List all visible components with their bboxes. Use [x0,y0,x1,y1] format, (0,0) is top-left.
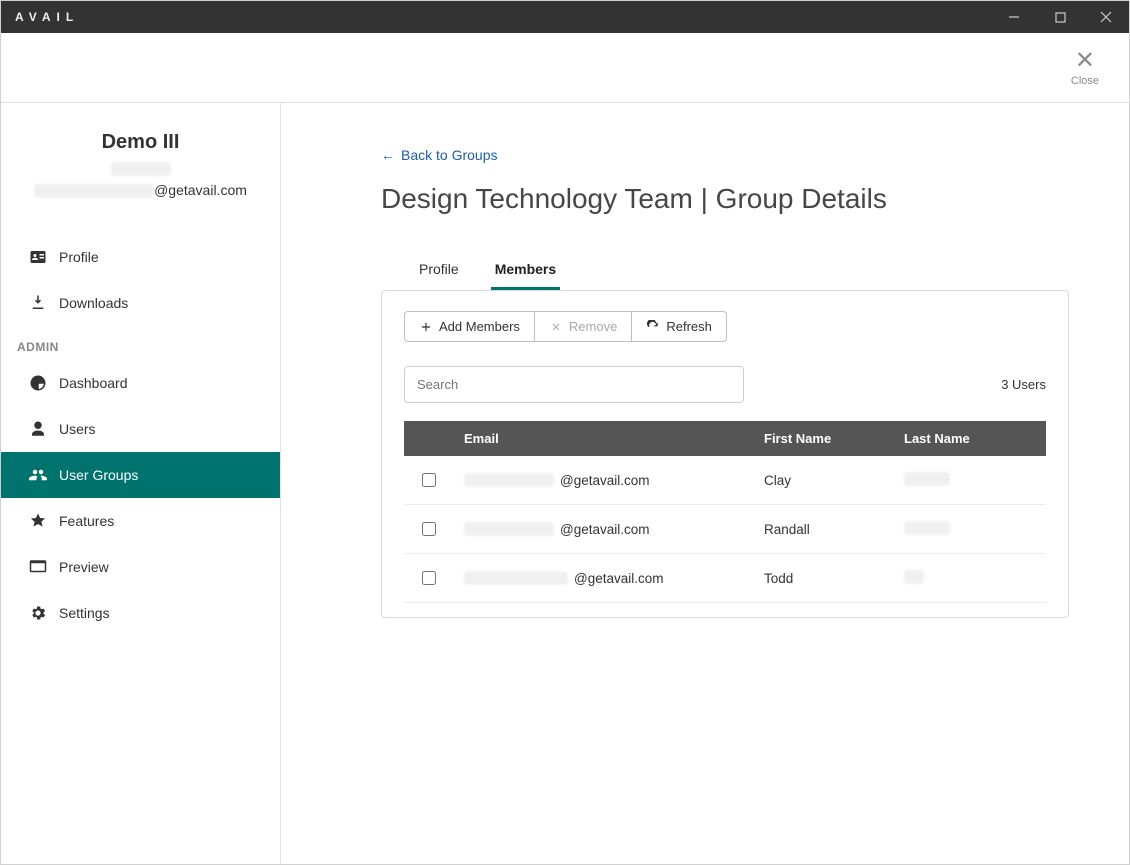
redacted-text [464,522,554,536]
close-panel-button[interactable]: ✕ Close [1071,49,1099,87]
user-icon [29,420,47,438]
refresh-button[interactable]: Refresh [632,311,727,342]
tab-members[interactable]: Members [491,253,560,290]
redacted-text [464,473,554,487]
redacted-text [904,570,924,584]
user-group-icon [29,466,47,484]
window-titlebar: AVAIL [1,1,1129,33]
sidebar-item-users[interactable]: Users [1,406,280,452]
sidebar-item-user-groups[interactable]: User Groups [1,452,280,498]
sidebar-item-features[interactable]: Features [1,498,280,544]
sidebar-item-label: Dashboard [59,375,128,391]
sidebar-item-label: User Groups [59,467,138,483]
button-label: Refresh [666,319,712,334]
close-label: Close [1071,75,1099,87]
refresh-icon [646,320,660,334]
gear-icon [29,604,47,622]
col-checkbox [404,421,452,456]
table-row[interactable]: @getavail.com Todd [404,554,1046,603]
preview-icon [29,558,47,576]
sidebar-user-email: @getavail.com [21,182,260,198]
cell-first-name: Randall [764,522,810,537]
dashboard-icon [29,374,47,392]
sidebar-item-label: Profile [59,249,99,265]
sidebar-item-label: Downloads [59,295,128,311]
arrow-left-icon: ← [381,147,395,163]
page-title: Design Technology Team | Group Details [381,183,1069,215]
table-row[interactable]: @getavail.com Randall [404,505,1046,554]
button-label: Remove [569,319,617,334]
sidebar-item-label: Settings [59,605,110,621]
add-members-button[interactable]: Add Members [404,311,535,342]
window-maximize-button[interactable] [1037,1,1083,33]
app-title: AVAIL [15,10,79,24]
sidebar-item-preview[interactable]: Preview [1,544,280,590]
download-icon [29,294,47,312]
plus-icon [419,320,433,334]
top-strip: ✕ Close [1,33,1129,103]
members-panel: Add Members Remove Refresh 3 Users [381,290,1069,618]
redacted-text [904,472,950,486]
members-table: Email First Name Last Name @getavail.com… [404,421,1046,603]
cell-first-name: Todd [764,571,793,586]
row-checkbox[interactable] [422,522,436,536]
tabs: Profile Members [381,253,1069,291]
redacted-text [34,184,154,198]
sidebar-user-name: Demo III [21,131,260,154]
col-last-name: Last Name [892,421,1046,456]
sidebar-item-label: Features [59,513,114,529]
sidebar-item-settings[interactable]: Settings [1,590,280,636]
close-icon: ✕ [1075,49,1095,73]
back-to-groups-link[interactable]: ← Back to Groups [381,147,498,163]
row-checkbox[interactable] [422,571,436,585]
star-icon [29,512,47,530]
sidebar: Demo III @getavail.com Profile Downloads… [1,103,281,864]
x-icon [549,320,563,334]
sidebar-item-dashboard[interactable]: Dashboard [1,360,280,406]
button-label: Add Members [439,319,520,334]
tab-profile[interactable]: Profile [415,253,463,290]
table-row[interactable]: @getavail.com Clay [404,456,1046,505]
window-close-button[interactable] [1083,1,1129,33]
row-checkbox[interactable] [422,473,436,487]
col-email: Email [452,421,752,456]
sidebar-admin-heading: ADMIN [1,326,280,360]
sidebar-item-profile[interactable]: Profile [1,234,280,280]
sidebar-user-redacted [111,162,171,176]
search-input[interactable] [404,366,744,403]
window-minimize-button[interactable] [991,1,1037,33]
redacted-text [464,571,568,585]
cell-first-name: Clay [764,473,791,488]
user-count: 3 Users [1001,377,1046,392]
redacted-text [904,521,950,535]
back-link-label: Back to Groups [401,147,498,163]
sidebar-item-label: Preview [59,559,109,575]
id-card-icon [29,248,47,266]
sidebar-item-downloads[interactable]: Downloads [1,280,280,326]
action-button-row: Add Members Remove Refresh [404,311,1046,342]
remove-button[interactable]: Remove [535,311,632,342]
col-first-name: First Name [752,421,892,456]
sidebar-item-label: Users [59,421,96,437]
main-content: ← Back to Groups Design Technology Team … [281,103,1129,864]
sidebar-user-block: Demo III @getavail.com [1,131,280,224]
